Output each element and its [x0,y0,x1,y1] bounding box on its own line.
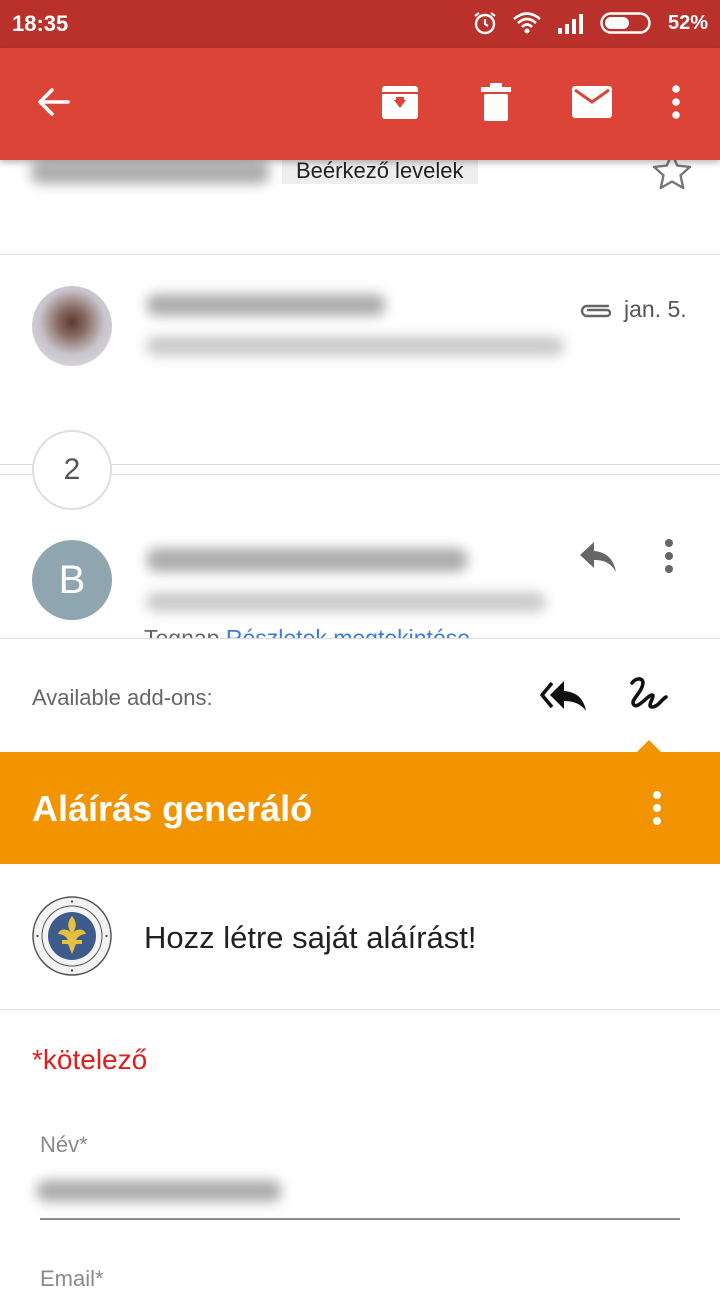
app-bar [0,48,720,160]
status-time: 18:35 [12,11,69,36]
mail-icon [572,85,612,123]
thread-subject-row: Beérkező levelek [0,152,720,254]
addons-label: Available add-ons: [32,685,213,710]
email-field-label: Email* [40,1266,104,1291]
status-icons: 52% [472,10,708,36]
redacted-subject [30,160,270,184]
reply-icon[interactable] [578,540,618,579]
more-vert-icon[interactable] [664,538,674,579]
trash-icon [480,82,512,126]
redacted-sender [146,548,468,572]
wifi-icon [512,11,542,35]
addon-title: Aláírás generáló [32,788,313,829]
redacted-recipients [146,592,546,612]
attachment-icon [578,300,616,327]
divider [0,254,720,255]
archive-button[interactable] [372,76,428,132]
battery-percent: 52% [667,11,708,34]
addon-info: Hozz létre saját aláírást! [0,864,720,1010]
name-field[interactable] [40,1218,680,1220]
avatar [32,286,112,366]
more-vert-icon [671,84,681,124]
addon-header: Aláírás generáló [0,752,720,864]
name-field-label: Név* [40,1132,88,1157]
message-date: jan. 5. [624,296,687,322]
inbox-label-chip[interactable]: Beérkező levelek [282,156,478,184]
scout-association-logo [32,896,112,976]
more-options-button[interactable] [648,76,704,132]
mark-unread-button[interactable] [564,76,620,132]
signal-icon [556,12,586,34]
reply-all-icon[interactable] [538,677,590,718]
archive-icon [381,84,419,125]
required-note: *kötelező [32,1044,148,1075]
status-bar: 18:35 52% [0,0,720,48]
signature-addon-icon[interactable] [626,673,670,720]
name-field-value-redacted[interactable] [36,1180,282,1202]
avatar: B [32,540,112,620]
delete-button[interactable] [468,76,524,132]
more-vert-icon[interactable] [652,790,662,831]
addon-prompt: Hozz létre saját aláírást! [144,920,477,955]
redacted-sender [146,294,386,316]
collapsed-messages-count[interactable]: 2 [32,430,112,510]
alarm-icon [472,10,498,36]
addons-bar: Available add-ons: [0,638,720,752]
redacted-snippet [146,336,564,356]
arrow-left-icon [36,84,72,125]
battery-icon [600,11,654,35]
back-button[interactable] [26,76,82,132]
